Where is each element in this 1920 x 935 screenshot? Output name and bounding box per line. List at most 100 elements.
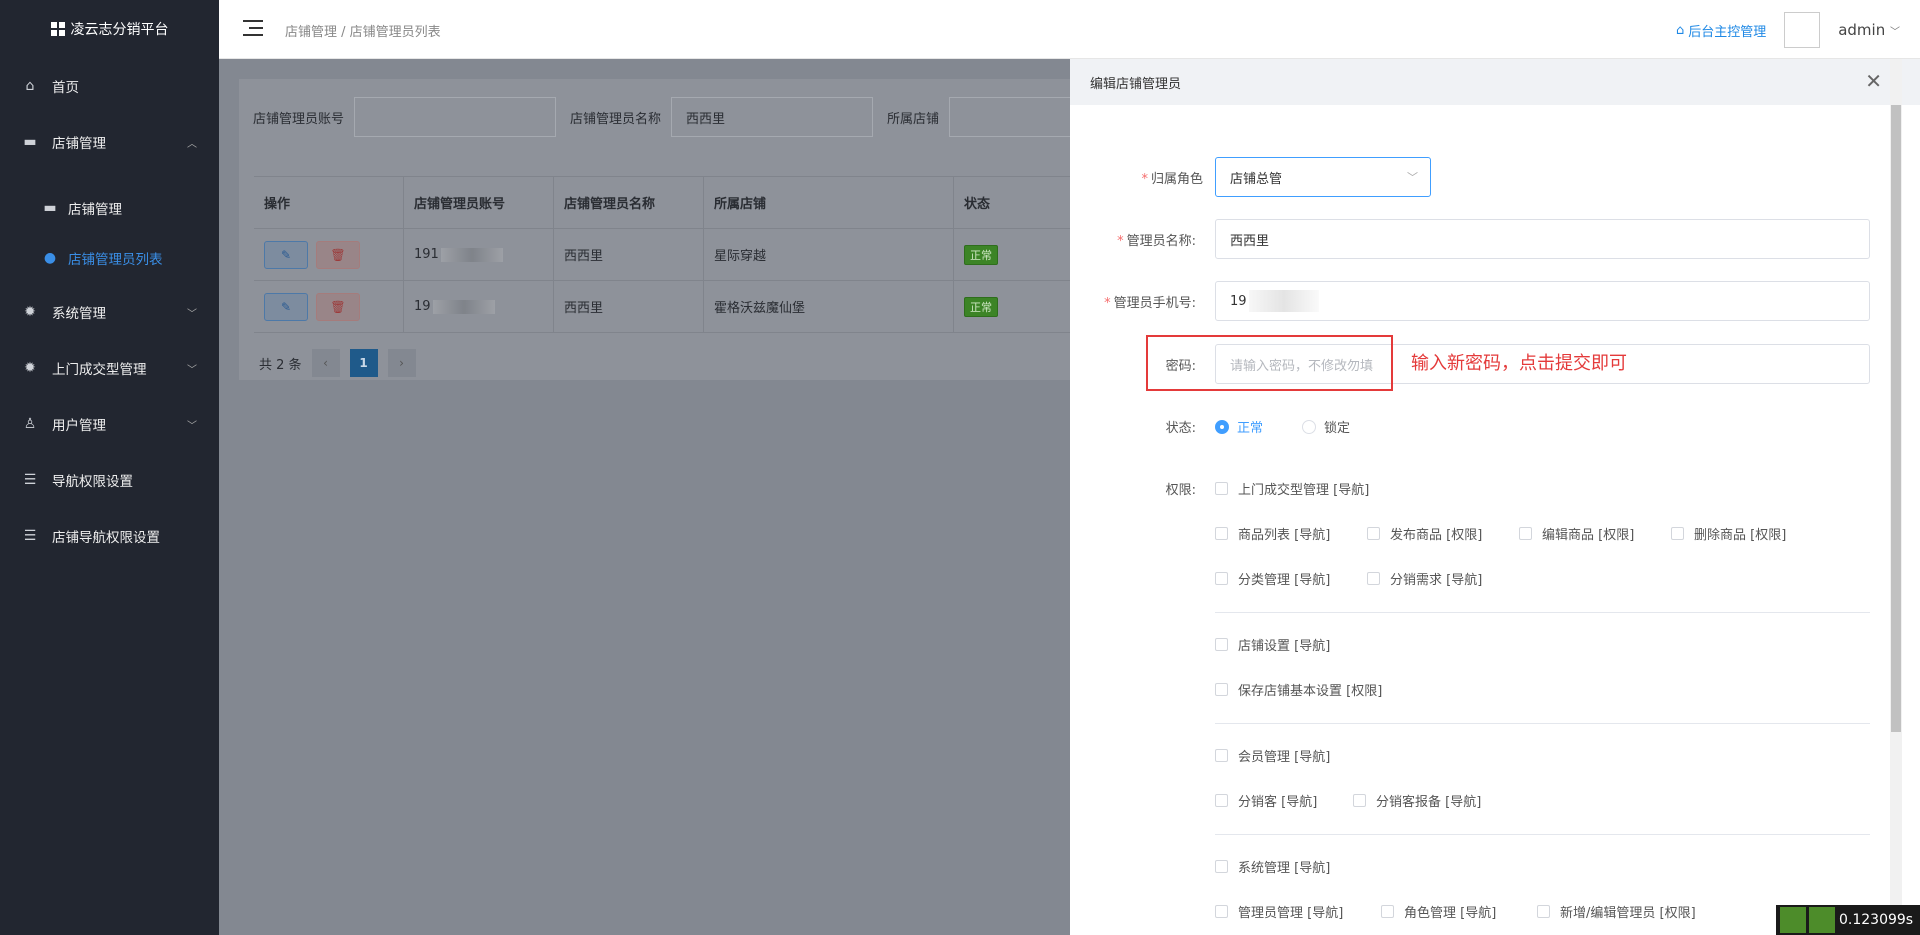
checkbox-icon <box>1215 794 1228 807</box>
edit-icon: ✎ <box>280 247 292 262</box>
trash-icon: 🗑 <box>330 299 346 314</box>
annotation-text: 输入新密码，点击提交即可 <box>1411 353 1627 374</box>
prev-page-button[interactable]: ‹ <box>311 349 340 377</box>
total-count: 共 2 条 <box>259 357 302 373</box>
perm-checkbox[interactable]: 角色管理 [导航] <box>1381 902 1496 921</box>
menu-toggle-icon[interactable] <box>243 20 263 36</box>
checkbox-icon <box>1215 905 1228 918</box>
user-icon: ● <box>43 250 57 266</box>
account-filter-input[interactable] <box>354 97 557 137</box>
debug-icon <box>1809 907 1835 933</box>
edit-icon: ✎ <box>280 299 292 314</box>
app-title: 凌云志分销平台 <box>70 22 169 38</box>
radio-checked-icon <box>1215 419 1229 434</box>
perm-checkbox[interactable]: 发布商品 [权限] <box>1367 524 1482 543</box>
perm-checkbox[interactable]: 店铺设置 [导航] <box>1215 635 1330 654</box>
pagination: 共 2 条 ‹ 1 › <box>259 349 416 377</box>
perm-checkbox[interactable]: 分销需求 [导航] <box>1367 569 1482 588</box>
sliders-icon: ☰ <box>23 472 37 488</box>
avatar[interactable] <box>1784 12 1821 48</box>
chevron-down-icon: ﹀ <box>187 308 197 320</box>
divider <box>1215 723 1870 724</box>
sidebar-item-users[interactable]: ♙ 用户管理 ﹀ <box>0 404 219 444</box>
divider <box>1215 612 1870 613</box>
sidebar: 凌云志分销平台 ⌂ 首页 ▬ 店铺管理 ︿ ▬ 店铺管理 ● 店铺管理员列表 ✹… <box>0 0 219 935</box>
sidebar-item-store-management[interactable]: ▬ 店铺管理 ︿ <box>0 122 219 162</box>
home-icon: ⌂ <box>25 78 35 94</box>
perm-checkbox[interactable]: 管理员管理 [导航] <box>1215 902 1343 921</box>
checkbox-icon <box>1215 527 1228 540</box>
perm-checkbox[interactable]: 保存店铺基本设置 [权限] <box>1215 680 1382 699</box>
status-locked-radio[interactable]: 锁定 <box>1302 417 1350 436</box>
checkbox-icon <box>1671 527 1684 540</box>
status-badge: 正常 <box>964 244 998 265</box>
role-label: * 归属角色 <box>1141 172 1203 187</box>
chevron-down-icon: ﹀ <box>1407 171 1418 184</box>
phone-input[interactable]: 19 <box>1215 281 1870 321</box>
perm-checkbox[interactable]: 删除商品 [权限] <box>1671 524 1786 543</box>
phone-label: * 管理员手机号: <box>1104 296 1196 311</box>
close-icon[interactable]: ✕ <box>1865 69 1882 93</box>
user-menu[interactable]: admin ﹀ <box>1838 21 1900 39</box>
divider <box>1215 834 1870 835</box>
perm-checkbox[interactable]: 分销客报备 [导航] <box>1353 791 1481 810</box>
perm-checkbox[interactable]: 会员管理 [导航] <box>1215 746 1330 765</box>
grid-icon <box>50 22 65 36</box>
chevron-up-icon: ︿ <box>187 138 197 150</box>
checkbox-icon <box>1537 905 1550 918</box>
checkbox-icon <box>1519 527 1532 540</box>
sidebar-item-store-admin-list[interactable]: ● 店铺管理员列表 <box>0 238 219 278</box>
sidebar-item-nav-permissions[interactable]: ☰ 导航权限设置 <box>0 460 219 500</box>
sidebar-item-system[interactable]: ✹ 系统管理 ﹀ <box>0 292 219 332</box>
perm-checkbox[interactable]: 分销客 [导航] <box>1215 791 1317 810</box>
perm-checkbox[interactable]: 上门成交型管理 [导航] <box>1215 479 1369 498</box>
delete-button[interactable]: 🗑 <box>316 240 360 269</box>
checkbox-icon <box>1215 482 1228 495</box>
perm-checkbox[interactable]: 商品列表 [导航] <box>1215 524 1330 543</box>
perm-checkbox[interactable]: 新增/编辑管理员 [权限] <box>1537 902 1696 921</box>
trash-icon: 🗑 <box>330 247 346 262</box>
perm-checkbox[interactable]: 编辑商品 [权限] <box>1519 524 1634 543</box>
edit-drawer: 编辑店铺管理员 ✕ <box>1070 59 1920 935</box>
checkbox-icon <box>1215 749 1228 762</box>
next-page-button[interactable]: › <box>387 349 416 377</box>
user-icon: ♙ <box>23 416 37 432</box>
sidebar-item-home[interactable]: ⌂ 首页 <box>0 66 219 106</box>
radio-unchecked-icon <box>1302 419 1316 434</box>
edit-button[interactable]: ✎ <box>264 292 308 321</box>
masked-value <box>1248 290 1319 312</box>
page-number-button[interactable]: 1 <box>349 349 378 377</box>
delete-button[interactable]: 🗑 <box>316 292 360 321</box>
name-cell: 西西里 <box>554 281 704 332</box>
status-badge: 正常 <box>964 296 998 317</box>
name-filter-input[interactable]: 西西里 <box>671 97 874 137</box>
perm-checkbox[interactable]: 分类管理 [导航] <box>1215 569 1330 588</box>
home-link[interactable]: ⌂ 后台主控管理 <box>1676 21 1766 40</box>
permission-label: 权限: <box>1165 483 1196 498</box>
masked-value <box>440 247 503 262</box>
debug-icon <box>1780 907 1806 933</box>
sidebar-item-onsite[interactable]: ✹ 上门成交型管理 ﹀ <box>0 348 219 388</box>
home-icon: ⌂ <box>1675 22 1685 38</box>
app-logo: 凌云志分销平台 <box>0 0 219 58</box>
edit-button[interactable]: ✎ <box>264 240 308 269</box>
sidebar-item-store-nav-permissions[interactable]: ☰ 店铺导航权限设置 <box>0 516 219 556</box>
checkbox-icon <box>1215 683 1228 696</box>
sidebar-item-store[interactable]: ▬ 店铺管理 <box>0 188 219 228</box>
status-label: 状态: <box>1165 421 1196 436</box>
perm-checkbox[interactable]: 系统管理 [导航] <box>1215 857 1330 876</box>
masked-value <box>432 299 495 314</box>
role-select[interactable]: 店铺总管 ﹀ <box>1215 157 1431 197</box>
account-cell: 191 <box>414 247 439 262</box>
checkbox-icon <box>1215 572 1228 585</box>
checkbox-icon <box>1215 638 1228 651</box>
store-icon: ▬ <box>23 134 37 150</box>
filter-bar: 店铺管理员账号 店铺管理员名称 西西里 所属店铺 <box>239 79 1152 155</box>
admin-name-input[interactable]: 西西里 <box>1215 219 1870 259</box>
status-normal-radio[interactable]: 正常 <box>1215 417 1263 436</box>
gear-icon: ✹ <box>24 304 36 320</box>
checkbox-icon <box>1367 527 1380 540</box>
checkbox-icon <box>1215 860 1228 873</box>
scrollbar-thumb[interactable] <box>1891 105 1901 732</box>
store-filter-label: 所属店铺 <box>887 111 940 127</box>
